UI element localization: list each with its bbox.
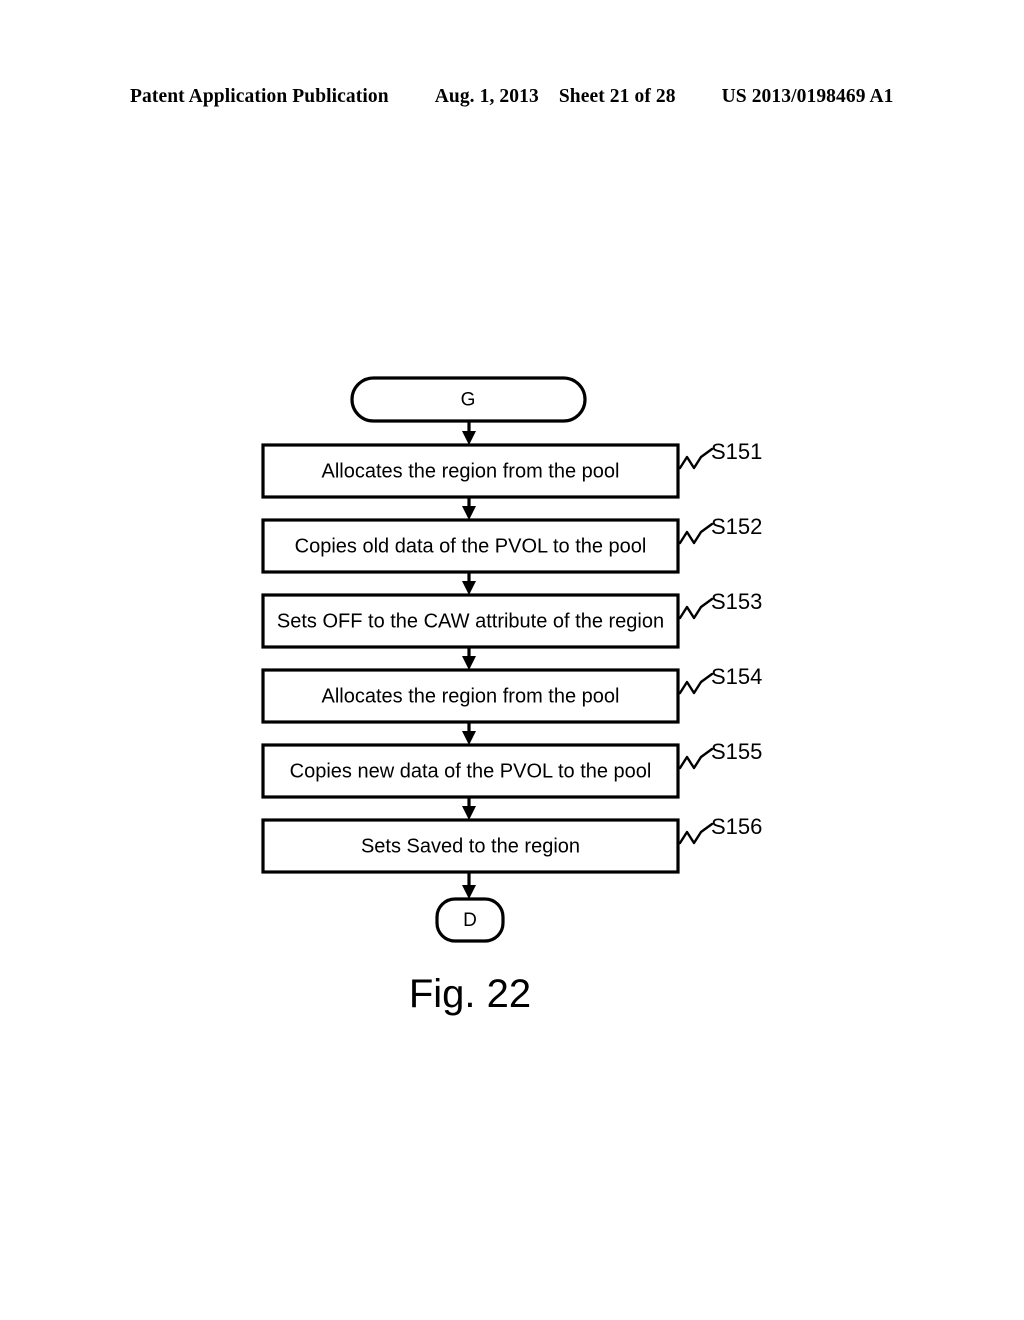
step-4-reference: S154 [711, 664, 762, 689]
flowchart-step-2: Copies old data of the PVOL to the pool … [261, 514, 762, 574]
flowchart-end-terminator-d: D [435, 897, 505, 943]
flowchart-step-3: Sets OFF to the CAW attribute of the reg… [261, 589, 762, 649]
flowchart-step-1: Allocates the region from the pool S151 [261, 439, 762, 499]
step-3-reference: S153 [711, 589, 762, 614]
step-6-reference: S156 [711, 814, 762, 839]
flowchart-step-5: Copies new data of the PVOL to the pool … [261, 739, 762, 799]
step-2-label: Copies old data of the PVOL to the pool [295, 535, 647, 557]
step-5-label: Copies new data of the PVOL to the pool [290, 760, 652, 782]
step-5-reference: S155 [711, 739, 762, 764]
start-terminator-label: G [461, 390, 476, 411]
step-6-label: Sets Saved to the region [361, 835, 580, 857]
flowchart-step-4: Allocates the region from the pool S154 [261, 664, 762, 724]
connector-step-2-to-step-3 [462, 572, 476, 595]
step-1-label: Allocates the region from the pool [322, 460, 620, 482]
flowchart-start-terminator-g: G [350, 376, 587, 423]
connector-step-5-to-step-6 [462, 797, 476, 820]
end-terminator-label: D [463, 910, 477, 931]
step-1-reference: S151 [711, 439, 762, 464]
connector-step-4-to-step-5 [462, 722, 476, 745]
connector-g-to-step-1 [462, 421, 476, 445]
flowchart-figure: G Allocates the region from the pool S15… [0, 0, 1024, 1320]
flowchart-step-6: Sets Saved to the region S156 [261, 814, 762, 874]
figure-caption: Fig. 22 [409, 972, 531, 1016]
step-4-label: Allocates the region from the pool [322, 685, 620, 707]
connector-step-1-to-step-2 [462, 497, 476, 520]
connector-step-6-to-end [462, 872, 476, 899]
step-3-label: Sets OFF to the CAW attribute of the reg… [277, 610, 664, 632]
step-2-reference: S152 [711, 514, 762, 539]
connector-step-3-to-step-4 [462, 647, 476, 670]
